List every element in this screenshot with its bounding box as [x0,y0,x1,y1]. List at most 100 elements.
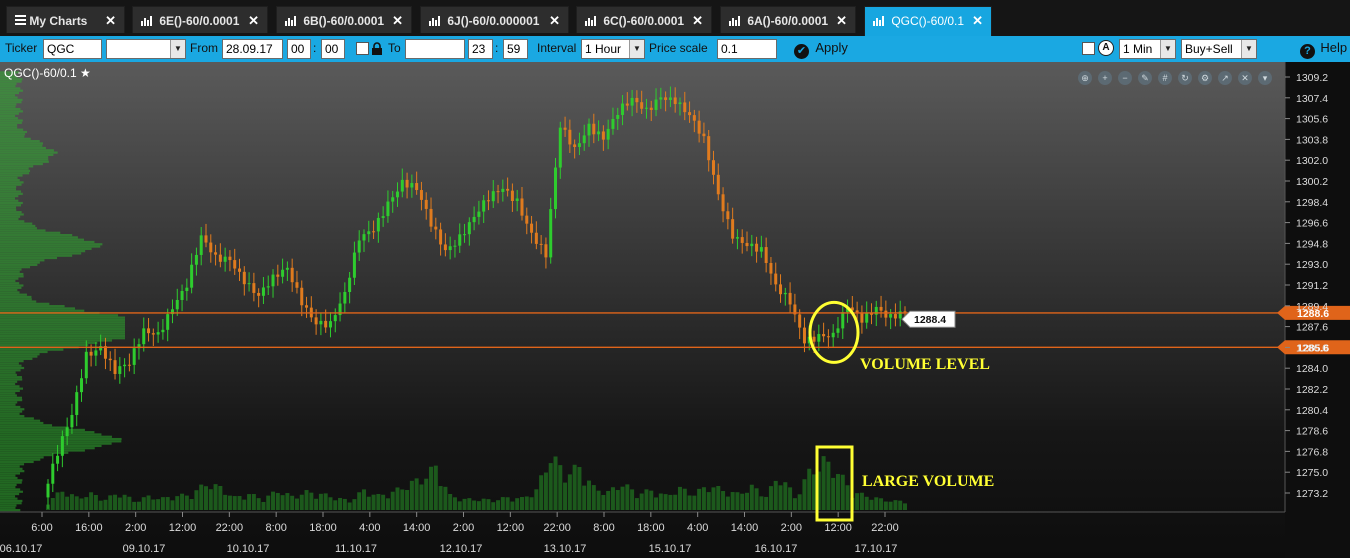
close-icon[interactable]: ✕ [549,13,560,29]
apply-button[interactable]: ✔ Apply [794,40,848,59]
side-select[interactable]: Buy+Sell ▼ [1181,39,1257,59]
volume-profile-bar [0,458,41,461]
price-scale-input[interactable]: 0.1 [717,39,777,59]
tab-my-charts[interactable]: My Charts ✕ [6,6,125,33]
volume-profile-bar [0,302,50,305]
y-tick-label: 1291.2 [1296,280,1328,292]
volume-bar [510,501,515,510]
zoom-out-icon[interactable]: − [1118,71,1132,85]
volume-profile-bar [0,476,18,480]
tab-label: 6J()-60/0.000001 [447,14,540,28]
close-icon[interactable]: ✕ [248,13,259,29]
tab-6a[interactable]: 6A()-60/0.0001 ✕ [720,6,856,33]
volume-profile-bar [0,369,21,372]
overlay-checkbox[interactable] [1082,42,1095,55]
volume-bar [452,497,457,510]
volume-profile-bar [0,153,54,156]
candle-body [764,247,768,263]
volume-bar [194,490,199,510]
symbol-select[interactable]: ▼ [106,39,186,59]
candle-body [668,97,672,100]
volume-profile-bar [0,389,20,393]
x-tick-label: 2:00 [781,522,802,534]
tab-6b[interactable]: 6B()-60/0.0001 ✕ [276,6,412,33]
help-button[interactable]: ? Help [1300,40,1347,59]
close-chart-icon[interactable]: ✕ [1238,71,1252,85]
volume-bar [893,500,898,510]
refresh-icon[interactable]: ↻ [1178,71,1192,85]
volume-profile-bar [0,350,48,354]
candle-body [697,120,701,134]
volume-profile-bar [0,250,86,253]
candle-body [611,118,615,129]
y-tick-label: 1300.2 [1296,176,1328,188]
price-chart[interactable]: 1288.61285.61309.21307.41305.61303.81302… [0,62,1350,558]
volume-profile-bar [0,366,25,370]
volume-bar [563,482,568,510]
candle-body [826,336,830,338]
volume-profile-bar [0,197,16,200]
timeframe-select[interactable]: 1 Min ▼ [1119,39,1176,59]
lock-icon[interactable] [371,42,383,59]
settings-icon[interactable]: ⚙ [1198,71,1212,85]
zoom-fit-icon[interactable]: ⊕ [1078,71,1092,85]
candle-body [822,334,826,337]
volume-bar [740,493,745,510]
check-circle-icon: ✔ [794,44,809,59]
to-enable-checkbox[interactable] [356,42,369,55]
candle-body [903,311,907,313]
x-tick-label: 4:00 [687,522,708,534]
interval-select[interactable]: 1 Hour ▼ [581,39,645,59]
close-icon[interactable]: ✕ [836,13,847,29]
volume-bar [338,497,343,510]
candle-body [865,312,869,323]
close-icon[interactable]: ✕ [392,13,403,29]
candle-body [798,314,802,328]
draw-icon[interactable]: ✎ [1138,71,1152,85]
collapse-icon[interactable]: ▾ [1258,71,1272,85]
close-icon[interactable]: ✕ [972,13,983,29]
volume-profile-bar [0,502,22,505]
volume-profile-bar [0,488,21,491]
volume-profile-bar [0,275,24,278]
candle-body [721,194,725,212]
volume-profile-bar [0,85,16,88]
popout-icon[interactable]: ↗ [1218,71,1232,85]
volume-bar [395,487,400,510]
close-icon[interactable]: ✕ [105,13,116,29]
to-date-input[interactable] [405,39,465,59]
y-tick-label: 1278.6 [1296,426,1328,438]
zoom-in-icon[interactable]: + [1098,71,1112,85]
volume-bar [879,498,884,510]
volume-profile-bar [0,360,24,363]
volume-profile-bar [0,357,33,360]
star-icon[interactable]: ★ [80,66,91,80]
ticker-input[interactable]: QGC [43,39,102,59]
tab-6j[interactable]: 6J()-60/0.000001 ✕ [420,6,569,33]
chart-tools: ⊕ + − ✎ # ↻ ⚙ ↗ ✕ ▾ [1078,68,1278,86]
tab-6c[interactable]: 6C()-60/0.0001 ✕ [576,6,712,33]
tab-6e[interactable]: 6E()-60/0.0001 ✕ [132,6,268,33]
volume-bar [548,463,553,510]
candle-body [94,350,98,356]
side-select-value: Buy+Sell [1185,42,1233,56]
from-date-input[interactable]: 28.09.17 [222,39,283,59]
volume-bar [582,485,587,510]
from-minute-input[interactable]: 00 [321,39,345,59]
x-date-label: 17.10.17 [855,543,898,555]
volume-bar [855,493,860,510]
from-hour-input[interactable]: 00 [287,39,311,59]
chart-panel[interactable]: 1288.6 1285.6 1309.2 1307.4 1305.6 1303.8 1302… [0,62,1350,558]
grid-icon[interactable]: # [1158,71,1172,85]
auto-icon[interactable]: A [1098,40,1114,56]
volume-bar [242,499,247,510]
y-tick-label: 1302.0 [1296,155,1328,167]
volume-profile-bar [0,234,73,237]
to-minute-input[interactable]: 59 [503,39,528,59]
chevron-down-icon: ▼ [1241,40,1256,58]
volume-profile-bar [0,392,16,395]
tab-qgc[interactable]: QGC()-60/0.1 ✕ [864,6,992,36]
candle-body [855,310,859,313]
close-icon[interactable]: ✕ [692,13,703,29]
to-hour-input[interactable]: 23 [468,39,493,59]
